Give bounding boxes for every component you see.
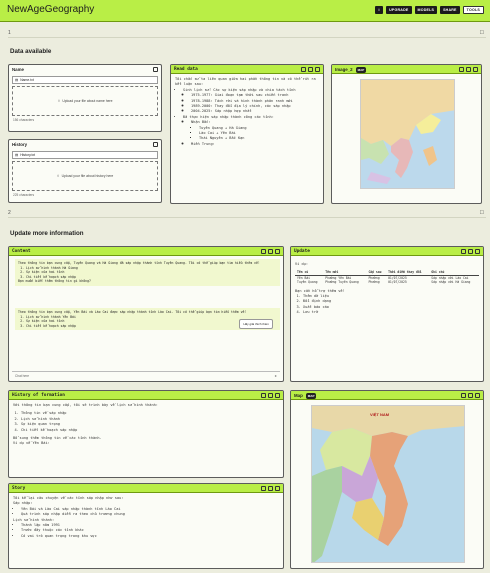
image2-header: Image_2 MAP xyxy=(332,65,481,74)
read-data-title: Read data xyxy=(174,66,198,72)
download-icon[interactable] xyxy=(461,392,466,398)
content-chat-panel: Content Theo thông tin bạn cung cấp, Tuy… xyxy=(8,246,284,382)
content-header: Content xyxy=(9,247,283,256)
section-divider-1: 1 ☐ xyxy=(8,30,486,38)
edit-icon[interactable] xyxy=(473,66,478,72)
vietnam-map-graphic xyxy=(312,406,464,562)
update-more-heading: Update more information xyxy=(10,230,84,237)
history-upload-zone[interactable]: ⇧ Upload your file about history here xyxy=(12,161,158,191)
edit-icon[interactable] xyxy=(275,248,280,254)
copy-icon[interactable] xyxy=(261,485,266,491)
edit-icon[interactable]: ☐ xyxy=(480,210,484,216)
share-button[interactable]: SHARE xyxy=(440,6,460,14)
table-row: Tuyên Quang Phường Tuyên Quang Phường 01/07… xyxy=(297,280,471,285)
edit-icon[interactable] xyxy=(475,248,480,254)
send-icon[interactable]: ➤ xyxy=(274,374,277,378)
app-title: NewAgeGeography xyxy=(7,4,95,15)
chat-input[interactable]: Chat here ➤ xyxy=(12,371,280,379)
history-panel: History ▤ History.txt ⇧ Upload your file a… xyxy=(8,139,162,203)
copy-icon[interactable] xyxy=(261,248,266,254)
name-panel-title: Name xyxy=(12,67,24,72)
top-bar: NewAgeGeography i UPGRADE MODELS SHARE T… xyxy=(0,0,490,22)
expand-icon[interactable] xyxy=(268,392,273,398)
suggestion-chip[interactable]: Hãy giải thích thêm xyxy=(239,319,273,329)
data-available-heading: Data available xyxy=(10,48,52,55)
history-formation-panel: History of formation Với thông tin bạn c… xyxy=(8,390,284,478)
name-panel: Name ▤ Name.txt ⇧ Upload your file about n… xyxy=(8,64,162,132)
info-icon[interactable]: i xyxy=(375,6,384,14)
edit-icon[interactable] xyxy=(275,392,280,398)
story-panel: Story Tôi kể lại câu chuyện về các tỉnh … xyxy=(8,483,284,569)
story-header: Story xyxy=(9,484,283,493)
read-data-body: Tôi chắc sử ta liên quan giữa hai phần t… xyxy=(171,74,323,150)
toolbar: i UPGRADE MODELS SHARE TOOLS xyxy=(375,6,484,14)
copy-icon[interactable] xyxy=(301,66,306,72)
expand-icon[interactable] xyxy=(466,66,471,72)
history-formation-header: History of formation xyxy=(9,391,283,400)
chat-message-1: Theo thông tin bạn cung cấp, Tuyên Quang… xyxy=(15,259,280,286)
copy-icon[interactable] xyxy=(461,248,466,254)
vietnam-map-image: VIỆT NAM xyxy=(311,405,465,563)
update-table: Tên cũ Tên mới Cấp sau Thời điểm thay đổi Gh… xyxy=(295,270,479,284)
expand-icon[interactable] xyxy=(268,485,273,491)
update-panel: Update Ví dụ: Tên cũ Tên mới Cấp sau Thời đ… xyxy=(290,246,484,382)
upgrade-button[interactable]: UPGRADE xyxy=(386,6,412,14)
expand-icon[interactable] xyxy=(468,392,473,398)
name-file-chip[interactable]: ▤ Name.txt xyxy=(12,76,158,84)
name-panel-header: Name xyxy=(9,65,161,74)
update-header: Update xyxy=(291,247,483,256)
name-upload-zone[interactable]: ⇧ Upload your file about name here xyxy=(12,86,158,116)
read-data-list: Sinh lịch sử: Các sự kiện sáp nhập và ch… xyxy=(175,88,319,147)
update-body: Ví dụ: Tên cũ Tên mới Cấp sau Thời điểm tha… xyxy=(291,256,483,319)
story-body: Tôi kể lại câu chuyện về các tỉnh sáp nh… xyxy=(9,493,283,542)
history-panel-title: History xyxy=(12,142,28,147)
expand-icon[interactable] xyxy=(468,248,473,254)
edit-icon[interactable] xyxy=(153,67,158,72)
edit-icon[interactable] xyxy=(153,142,158,147)
download-icon[interactable] xyxy=(459,66,464,72)
expand-icon[interactable] xyxy=(308,66,313,72)
asia-map-image xyxy=(360,79,455,189)
map-header: Map MAP xyxy=(291,391,483,400)
copy-icon[interactable] xyxy=(261,392,266,398)
upload-icon: ⇧ xyxy=(57,99,61,103)
edit-icon[interactable] xyxy=(475,392,480,398)
name-char-count: 156 characters xyxy=(13,118,35,122)
read-data-header: Read data xyxy=(171,65,323,74)
image2-panel: Image_2 MAP xyxy=(331,64,482,204)
read-data-panel: Read data Tôi chắc sử ta liên quan giữa … xyxy=(170,64,324,204)
edit-icon[interactable] xyxy=(315,66,320,72)
edit-icon[interactable]: ☐ xyxy=(480,30,484,36)
edit-icon[interactable] xyxy=(275,485,280,491)
map-graphic xyxy=(361,80,454,188)
history-file-chip[interactable]: ▤ History.txt xyxy=(12,151,158,159)
upload-icon: ⇧ xyxy=(56,174,60,178)
tools-button[interactable]: TOOLS xyxy=(462,6,484,14)
expand-icon[interactable] xyxy=(268,248,273,254)
map-panel: Map MAP VIỆT NAM xyxy=(290,390,484,569)
models-button[interactable]: MODELS xyxy=(414,6,438,14)
file-icon: ▤ xyxy=(15,153,19,157)
history-panel-header: History xyxy=(9,140,161,149)
section-divider-2: 2 ☐ xyxy=(8,210,486,218)
file-icon: ▤ xyxy=(15,78,19,82)
map-label: VIỆT NAM xyxy=(370,412,390,417)
history-char-count: 225 characters xyxy=(13,193,35,197)
history-formation-body: Với thông tin bạn cung cấp, tôi sẽ trình… xyxy=(9,400,283,450)
